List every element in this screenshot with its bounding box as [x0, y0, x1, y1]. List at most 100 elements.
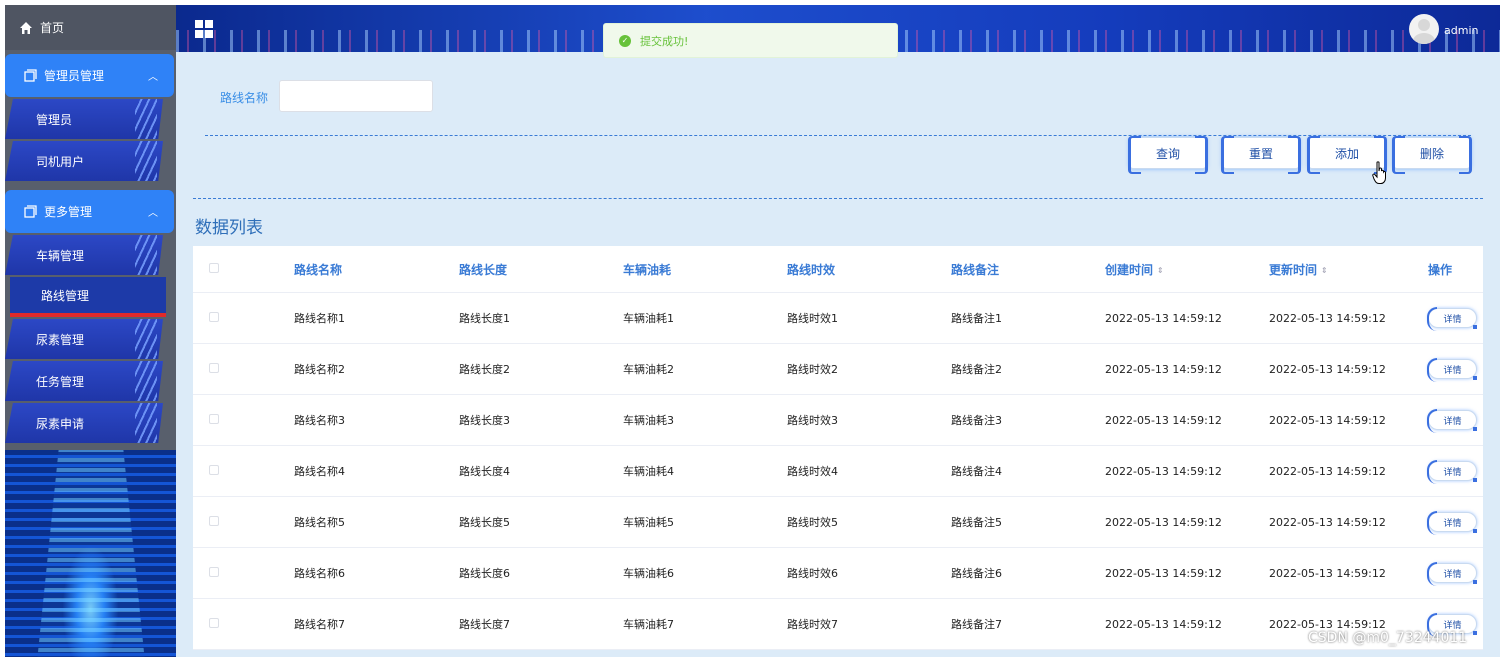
sidebar-item-drivers[interactable]: 司机用户	[5, 141, 163, 181]
menu-grid-icon[interactable]	[195, 20, 213, 38]
table-cell: 2022-05-13 14:59:12	[1105, 515, 1222, 529]
detail-button[interactable]: 详情	[1427, 307, 1477, 331]
table-cell: 2022-05-13 14:59:12	[1269, 362, 1386, 376]
list-title: 数据列表	[195, 218, 263, 238]
column-header-sortable[interactable]: 创建时间 ⇕	[1058, 261, 1222, 278]
row-checkbox[interactable]	[209, 515, 219, 526]
chevron-up-icon: ︿	[148, 72, 158, 83]
table-row: 路线名称5 路线长度5 车辆油耗5 路线时效5 路线备注5 2022-05-13 14:5…	[193, 497, 1483, 548]
table-cell: 2022-05-13 14:59:12	[1269, 311, 1386, 325]
sidebar-item-urea-apply[interactable]: 尿素申请	[5, 403, 163, 443]
window-icon	[24, 205, 37, 218]
home-icon	[19, 21, 33, 35]
sidebar-item-vehicles[interactable]: 车辆管理	[5, 235, 163, 275]
table-cell: 车辆油耗2	[623, 363, 674, 376]
table-cell: 车辆油耗7	[623, 618, 674, 631]
table-cell: 路线长度6	[459, 567, 510, 580]
table-cell: 路线备注4	[951, 465, 1002, 478]
column-header-label: 创建时间	[1105, 262, 1154, 277]
search-label: 路线名称	[220, 91, 269, 105]
detail-button[interactable]: 详情	[1427, 511, 1477, 535]
table-cell: 路线时效2	[787, 363, 838, 376]
table-cell: 车辆油耗3	[623, 414, 674, 427]
table-row: 路线名称6 路线长度6 车辆油耗6 路线时效6 路线备注6 2022-05-13 14:5…	[193, 548, 1483, 599]
action-cell: 详情	[1386, 511, 1483, 535]
detail-button[interactable]: 详情	[1427, 358, 1477, 382]
table-cell: 2022-05-13 14:59:12	[1105, 566, 1222, 580]
column-header: 车辆油耗	[623, 262, 672, 277]
column-header: 路线名称	[294, 262, 343, 277]
table-cell: 车辆油耗1	[623, 312, 674, 325]
action-cell: 详情	[1386, 307, 1483, 331]
row-select-cell	[193, 311, 237, 325]
table-cell: 路线时效6	[787, 567, 838, 580]
table-cell: 2022-05-13 14:59:12	[1269, 413, 1386, 427]
avatar[interactable]	[1409, 14, 1439, 44]
table-header: 路线名称 路线长度 车辆油耗 路线时效 路线备注 创建时间 ⇕ 更新时间 ⇕ 操作	[193, 246, 1483, 293]
row-select-cell	[193, 566, 237, 580]
sidebar-group-more[interactable]: 更多管理 ︿	[5, 190, 174, 233]
sidebar-group-label: 管理员管理	[44, 69, 105, 83]
sidebar-background-image	[5, 450, 176, 657]
toast-message: 提交成功!	[640, 34, 689, 48]
table-row: 路线名称4 路线长度4 车辆油耗4 路线时效4 路线备注4 2022-05-13 14:5…	[193, 446, 1483, 497]
table-cell: 路线备注1	[951, 312, 1002, 325]
select-all-checkbox[interactable]	[209, 263, 219, 273]
row-select-cell	[193, 515, 237, 529]
table-cell: 路线长度7	[459, 618, 510, 631]
sidebar-item-label: 路线管理	[41, 288, 90, 303]
sort-icon[interactable]: ⇕	[1157, 266, 1164, 275]
sort-icon[interactable]: ⇕	[1321, 266, 1328, 275]
sidebar-home[interactable]: 首页	[5, 5, 176, 50]
sidebar-item-label: 司机用户	[36, 154, 85, 169]
row-checkbox[interactable]	[209, 464, 219, 475]
route-name-input[interactable]	[279, 80, 433, 112]
table-cell: 车辆油耗6	[623, 567, 674, 580]
table-cell: 车辆油耗4	[623, 465, 674, 478]
row-checkbox[interactable]	[209, 311, 219, 322]
table-row: 路线名称7 路线长度7 车辆油耗7 路线时效7 路线备注7 2022-05-13 14:5…	[193, 599, 1483, 650]
detail-button[interactable]: 详情	[1427, 562, 1477, 586]
sidebar-item-admins[interactable]: 管理员	[5, 99, 163, 139]
check-circle-icon: ✓	[619, 34, 631, 47]
sidebar-item-label: 车辆管理	[36, 248, 85, 263]
column-header-sortable[interactable]: 更新时间 ⇕	[1222, 261, 1386, 278]
table-cell: 车辆油耗5	[623, 516, 674, 529]
column-header: 操作	[1428, 262, 1453, 277]
action-cell: 详情	[1386, 358, 1483, 382]
table-cell: 路线名称2	[294, 363, 345, 376]
reset-button[interactable]: 重置	[1221, 136, 1301, 174]
table-cell: 路线时效5	[787, 516, 838, 529]
column-header: 路线长度	[459, 262, 508, 277]
table-cell: 2022-05-13 14:59:12	[1269, 617, 1386, 631]
select-all-cell	[193, 262, 237, 276]
row-checkbox[interactable]	[209, 617, 219, 628]
username[interactable]: admin	[1444, 24, 1478, 37]
row-select-cell	[193, 362, 237, 376]
table-cell: 路线名称5	[294, 516, 345, 529]
sidebar-group-admin[interactable]: 管理员管理 ︿	[5, 54, 174, 97]
watermark: CSDN @m0_73244011	[1308, 630, 1468, 646]
detail-button[interactable]: 详情	[1427, 460, 1477, 484]
row-checkbox[interactable]	[209, 362, 219, 373]
chevron-up-icon: ︿	[148, 208, 158, 219]
sidebar-item-urea[interactable]: 尿素管理	[5, 319, 163, 359]
table-cell: 2022-05-13 14:59:12	[1105, 362, 1222, 376]
sidebar-item-routes[interactable]: 路线管理	[10, 277, 166, 317]
table-cell: 路线名称6	[294, 567, 345, 580]
detail-button[interactable]: 详情	[1427, 409, 1477, 433]
table-cell: 路线长度5	[459, 516, 510, 529]
sidebar-group-label: 更多管理	[44, 205, 93, 219]
delete-button[interactable]: 删除	[1392, 136, 1472, 174]
table-cell: 路线备注3	[951, 414, 1002, 427]
table-cell: 路线备注7	[951, 618, 1002, 631]
column-header: 路线时效	[787, 262, 836, 277]
table-cell: 路线长度4	[459, 465, 510, 478]
table-cell: 路线时效1	[787, 312, 838, 325]
query-button[interactable]: 查询	[1128, 136, 1208, 174]
row-checkbox[interactable]	[209, 413, 219, 424]
row-checkbox[interactable]	[209, 566, 219, 577]
row-select-cell	[193, 464, 237, 478]
sidebar-item-tasks[interactable]: 任务管理	[5, 361, 163, 401]
table-cell: 路线备注2	[951, 363, 1002, 376]
